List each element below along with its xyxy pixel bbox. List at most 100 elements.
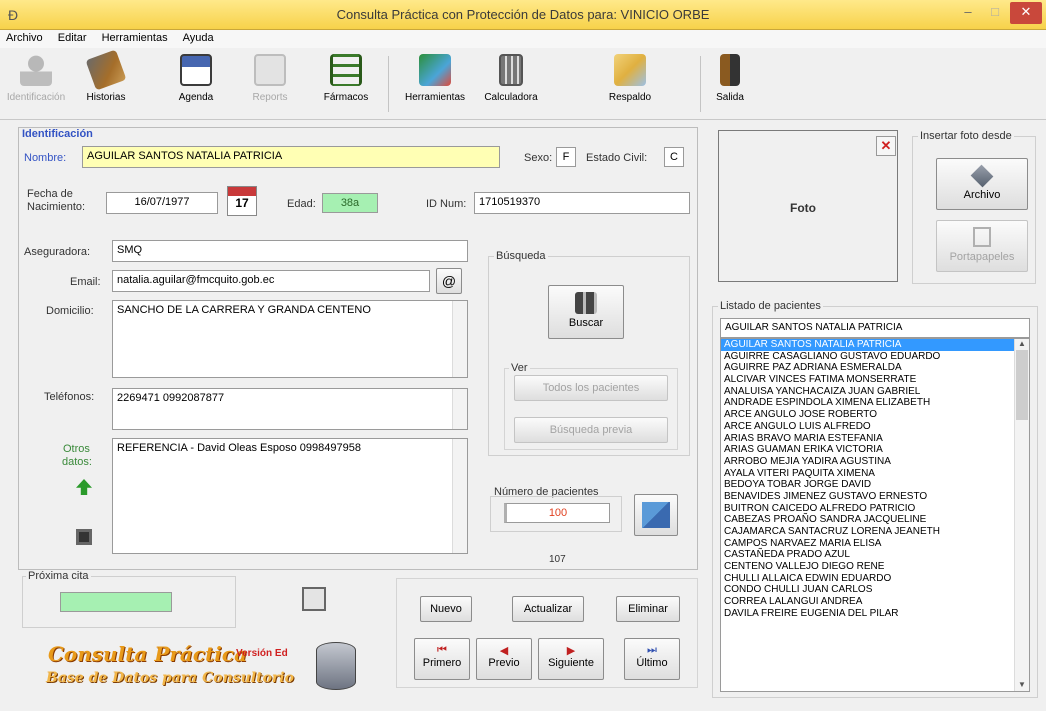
patients-table-icon [642,502,670,528]
patients-report-button[interactable] [634,494,678,536]
estado-civil-field[interactable]: C [664,147,684,167]
scrollbar-thumb[interactable] [1016,350,1028,420]
email-label: Email: [70,276,101,288]
maximize-button[interactable]: □ [982,2,1008,24]
menu-archivo[interactable]: Archivo [0,30,49,46]
list-item[interactable]: CABEZAS PROAÑO SANDRA JACQUELINE [721,514,1029,526]
sexo-field[interactable]: F [556,147,576,167]
domicilio-scrollbar[interactable] [452,301,467,377]
otros-datos-field[interactable]: REFERENCIA - David Oleas Esposo 09984979… [112,438,468,554]
list-item[interactable]: ANALUISA YANCHACAIZA JUAN GABRIEL [721,386,1029,398]
save-disk-icon[interactable] [76,529,92,545]
list-item[interactable]: AYALA VITERI PAQUITA XIMENA [721,468,1029,480]
sexo-label: Sexo: [524,152,553,164]
database-icon [316,642,356,690]
patient-list[interactable]: AGUILAR SANTOS NATALIA PATRICIA AGUIRRE C… [720,338,1030,692]
primero-button[interactable]: ⏮ Primero [414,638,470,680]
list-item[interactable]: DAVILA FREIRE EUGENIA DEL PILAR [721,608,1029,620]
aseguradora-label: Aseguradora: [24,246,91,258]
scroll-down-arrow-icon[interactable]: ▼ [1015,680,1029,689]
nombre-field[interactable]: AGUILAR SANTOS NATALIA PATRICIA [82,146,500,168]
portapapeles-button[interactable]: Portapapeles [936,220,1028,272]
menu-editar[interactable]: Editar [52,30,93,46]
toolbar-historias-button[interactable]: Historias [76,49,136,118]
minimize-button[interactable]: – [955,2,981,24]
toolbar-agenda-button[interactable]: Agenda [166,52,226,118]
list-item[interactable]: BUITRON CAICEDO ALFREDO PATRICIO [721,503,1029,515]
list-item[interactable]: ARIAS BRAVO MARIA ESTEFANIA [721,433,1029,445]
list-item[interactable]: BENAVIDES JIMENEZ GUSTAVO ERNESTO [721,491,1029,503]
telefonos-label: Teléfonos: [44,391,95,403]
email-button[interactable]: @ [436,268,462,294]
toolbar-herramientas-button[interactable]: Herramientas [400,52,470,118]
list-item[interactable]: ARROBO MEJIA YADIRA AGUSTINA [721,456,1029,468]
telefonos-scrollbar[interactable] [452,389,467,429]
edad-field: 38a [322,193,378,213]
list-item[interactable]: ALCIVAR VINCES FATIMA MONSERRATE [721,374,1029,386]
list-item[interactable]: CENTENO VALLEJO DIEGO RENE [721,561,1029,573]
eliminar-button[interactable]: Eliminar [616,596,680,622]
list-item[interactable]: ARCE ANGULO JOSE ROBERTO [721,409,1029,421]
list-item[interactable]: AGUILAR SANTOS NATALIA PATRICIA [721,339,1029,351]
list-item[interactable]: ARIAS GUAMAN ERIKA VICTORIA [721,444,1029,456]
title-bar: Ð Consulta Práctica con Protección de Da… [0,0,1046,30]
nombre-label: Nombre: [24,152,67,164]
scroll-up-arrow-icon[interactable]: ▲ [1015,339,1029,348]
domicilio-field[interactable]: SANCHO DE LA CARRERA Y GRANDA CENTENO [112,300,468,378]
edad-label: Edad: [287,198,316,210]
list-item[interactable]: AGUIRRE CASAGLIANO GUSTAVO EDUARDO [721,351,1029,363]
toolbar-farmacos-button[interactable]: Fármacos [316,52,376,118]
logo-subtitle: Base de Datos para Consultorio [46,670,294,686]
estado-civil-label: Estado Civil: [586,152,648,164]
buscar-button[interactable]: Buscar [548,285,624,339]
fecha-label-1: Fecha de [27,188,73,200]
email-field[interactable]: natalia.aguilar@fmcquito.gob.ec [112,270,430,292]
fecha-nacimiento-field[interactable]: 16/07/1977 [106,192,218,214]
delete-photo-button[interactable]: ✕ [876,136,896,156]
list-item[interactable]: CAJAMARCA SANTACRUZ LORENA JEANETH [721,526,1029,538]
list-item[interactable]: CONDO CHULLI JUAN CARLOS [721,584,1029,596]
calendar-button[interactable]: 17 [227,186,257,216]
nuevo-button[interactable]: Nuevo [420,596,472,622]
close-button[interactable]: ✕ [1010,2,1042,24]
proxima-cita-field[interactable] [60,592,172,612]
toolbar-respaldo-button[interactable]: Respaldo [600,52,660,118]
todos-pacientes-button[interactable]: Todos los pacientes [514,375,668,401]
toolbar-salida-button[interactable]: Salida [710,52,750,118]
toolbar-reports-button[interactable]: Reports [240,52,300,118]
archivo-button[interactable]: Archivo [936,158,1028,210]
menu-ayuda[interactable]: Ayuda [177,30,220,46]
patient-list-scrollbar[interactable]: ▲ ▼ [1014,339,1029,691]
previo-button[interactable]: ◀ Previo [476,638,532,680]
binoculars-icon [575,292,597,314]
list-item[interactable]: CASTAÑEDA PRADO AZUL [721,549,1029,561]
busqueda-previa-button[interactable]: Búsqueda previa [514,417,668,443]
aseguradora-field[interactable]: SMQ [112,240,468,262]
patient-search-input[interactable]: AGUILAR SANTOS NATALIA PATRICIA [720,318,1030,338]
calendar-day: 17 [235,196,249,210]
siguiente-button[interactable]: ▶ Siguiente [538,638,604,680]
list-item[interactable]: AGUIRRE PAZ ADRIANA ESMERALDA [721,362,1029,374]
app-logo: Consulta Práctica Versión Ed Base de Dat… [40,638,370,696]
calculator-icon [499,54,523,86]
toolbar-calculadora-button[interactable]: Calculadora [478,52,544,118]
toolbar-identificacion-button[interactable]: Identificación [6,52,66,118]
ultimo-button[interactable]: ⏭ Último [624,638,680,680]
list-item[interactable]: ANDRADE ESPINDOLA XIMENA ELIZABETH [721,397,1029,409]
list-item[interactable]: CORREA LALANGUI ANDREA [721,596,1029,608]
menu-herramientas[interactable]: Herramientas [96,30,174,46]
previous-record-icon: ◀ [499,645,509,657]
exit-runner-icon [720,54,740,86]
actualizar-button[interactable]: Actualizar [512,596,584,622]
report-page-icon[interactable] [302,587,326,611]
first-record-icon: ⏮ [437,644,447,656]
telefonos-field[interactable]: 2269471 0992087877 [112,388,468,430]
idnum-field[interactable]: 1710519370 [474,192,690,214]
otros-label-2: datos: [62,456,92,468]
list-item[interactable]: CAMPOS NARVAEZ MARIA ELISA [721,538,1029,550]
calendar-clock-icon [180,54,212,86]
list-item[interactable]: ARCE ANGULO LUIS ALFREDO [721,421,1029,433]
otros-datos-scrollbar[interactable] [452,439,467,553]
list-item[interactable]: CHULLI ALLAICA EDWIN EDUARDO [721,573,1029,585]
list-item[interactable]: BEDOYA TOBAR JORGE DAVID [721,479,1029,491]
